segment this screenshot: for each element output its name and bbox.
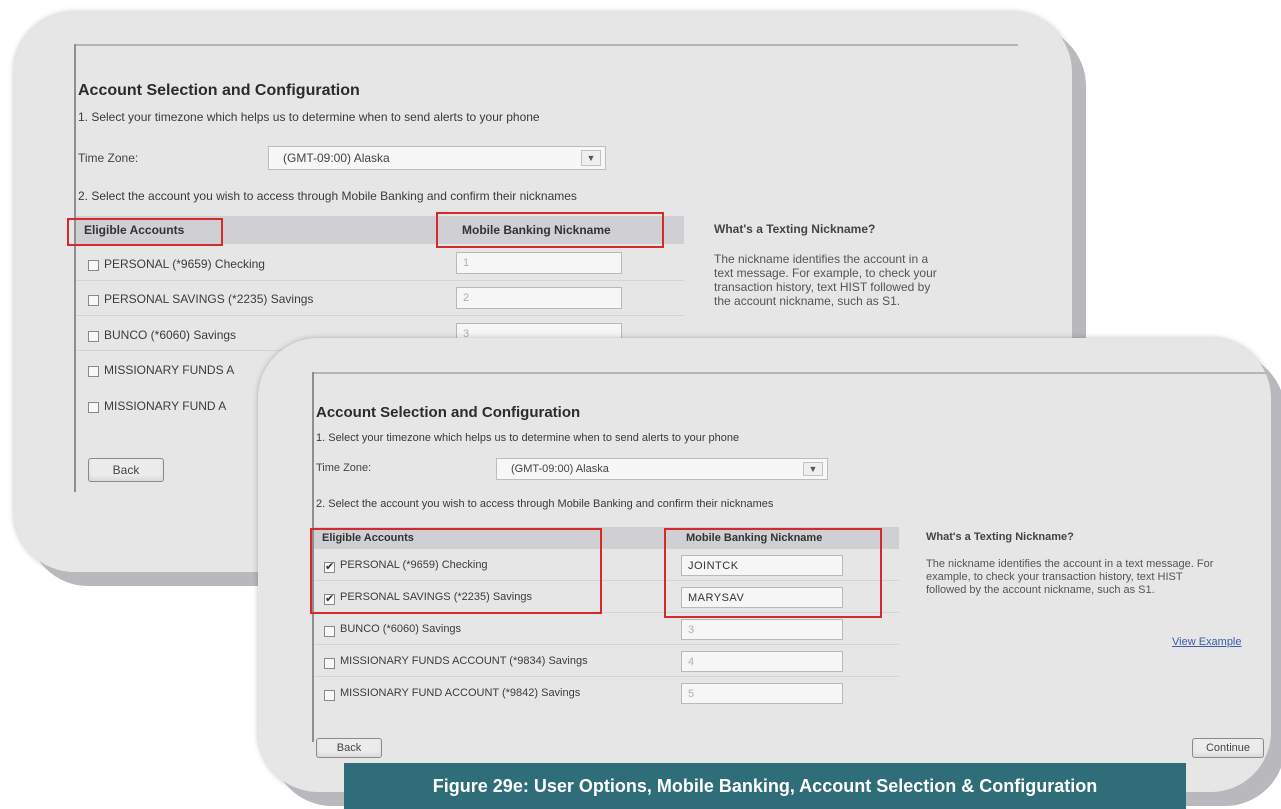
timezone-value: (GMT-09:00) Alaska bbox=[511, 463, 609, 475]
highlight-nickname-header bbox=[436, 212, 664, 248]
row-divider bbox=[314, 676, 899, 677]
account-name: PERSONAL (*9659) Checking bbox=[104, 257, 265, 271]
row-divider bbox=[314, 644, 899, 645]
figure-caption: Figure 29e: User Options, Mobile Banking… bbox=[344, 763, 1186, 809]
timezone-label: Time Zone: bbox=[78, 151, 139, 165]
top-divider bbox=[312, 372, 1266, 386]
account-checkbox[interactable] bbox=[324, 626, 335, 637]
left-border bbox=[74, 44, 76, 492]
top-divider bbox=[74, 44, 1018, 46]
help-text: The nickname identifies the account in a… bbox=[926, 558, 1214, 596]
timezone-select[interactable]: (GMT-09:00) Alaska ▼ bbox=[268, 146, 606, 170]
nickname-input[interactable]: 2 bbox=[456, 287, 622, 309]
account-name: MISSIONARY FUNDS A bbox=[104, 363, 235, 377]
nickname-input[interactable]: 1 bbox=[456, 252, 622, 274]
account-checkbox[interactable] bbox=[88, 366, 99, 377]
account-checkbox[interactable] bbox=[88, 402, 99, 413]
front-screenshot-panel: Account Selection and Configuration 1. S… bbox=[310, 372, 1266, 772]
step-1-text: 1. Select your timezone which helps us t… bbox=[78, 110, 540, 124]
step-2-text: 2. Select the account you wish to access… bbox=[316, 498, 774, 510]
account-checkbox[interactable] bbox=[324, 658, 335, 669]
back-button[interactable]: Back bbox=[88, 458, 164, 482]
chevron-down-icon[interactable]: ▼ bbox=[803, 462, 823, 476]
account-name: BUNCO (*6060) Savings bbox=[104, 328, 237, 342]
timezone-select[interactable]: (GMT-09:00) Alaska ▼ bbox=[496, 458, 828, 480]
step-1-text: 1. Select your timezone which helps us t… bbox=[316, 432, 740, 444]
timezone-label: Time Zone: bbox=[316, 462, 372, 474]
account-checkbox[interactable] bbox=[88, 295, 99, 306]
account-name: MISSIONARY FUND ACCOUNT (*9842) Savings bbox=[340, 687, 581, 699]
row-divider bbox=[76, 280, 684, 281]
highlight-eligible-accounts bbox=[310, 528, 602, 614]
account-name: MISSIONARY FUNDS ACCOUNT (*9834) Savings bbox=[340, 655, 588, 667]
account-name: BUNCO (*6060) Savings bbox=[340, 623, 462, 635]
continue-button[interactable]: Continue bbox=[1192, 738, 1264, 758]
help-title: What's a Texting Nickname? bbox=[714, 222, 876, 236]
nickname-input[interactable]: 4 bbox=[681, 651, 843, 672]
step-2-text: 2. Select the account you wish to access… bbox=[78, 189, 577, 203]
view-example-link[interactable]: View Example bbox=[1172, 636, 1242, 648]
nickname-input[interactable]: 3 bbox=[681, 619, 843, 640]
highlight-eligible-accounts bbox=[67, 218, 223, 246]
nickname-input[interactable]: 5 bbox=[681, 683, 843, 704]
help-title: What's a Texting Nickname? bbox=[926, 531, 1074, 543]
timezone-value: (GMT-09:00) Alaska bbox=[283, 151, 390, 165]
row-divider bbox=[76, 315, 684, 316]
chevron-down-icon[interactable]: ▼ bbox=[581, 150, 601, 166]
account-checkbox[interactable] bbox=[88, 331, 99, 342]
account-checkbox[interactable] bbox=[324, 690, 335, 701]
account-name: PERSONAL SAVINGS (*2235) Savings bbox=[104, 292, 314, 306]
back-button[interactable]: Back bbox=[316, 738, 382, 758]
page-title: Account Selection and Configuration bbox=[78, 82, 360, 99]
highlight-nickname-column bbox=[664, 528, 882, 618]
help-text: The nickname identifies the account in a… bbox=[714, 252, 937, 308]
account-name: MISSIONARY FUND A bbox=[104, 399, 227, 413]
account-checkbox[interactable] bbox=[88, 260, 99, 271]
page-title: Account Selection and Configuration bbox=[316, 404, 581, 421]
